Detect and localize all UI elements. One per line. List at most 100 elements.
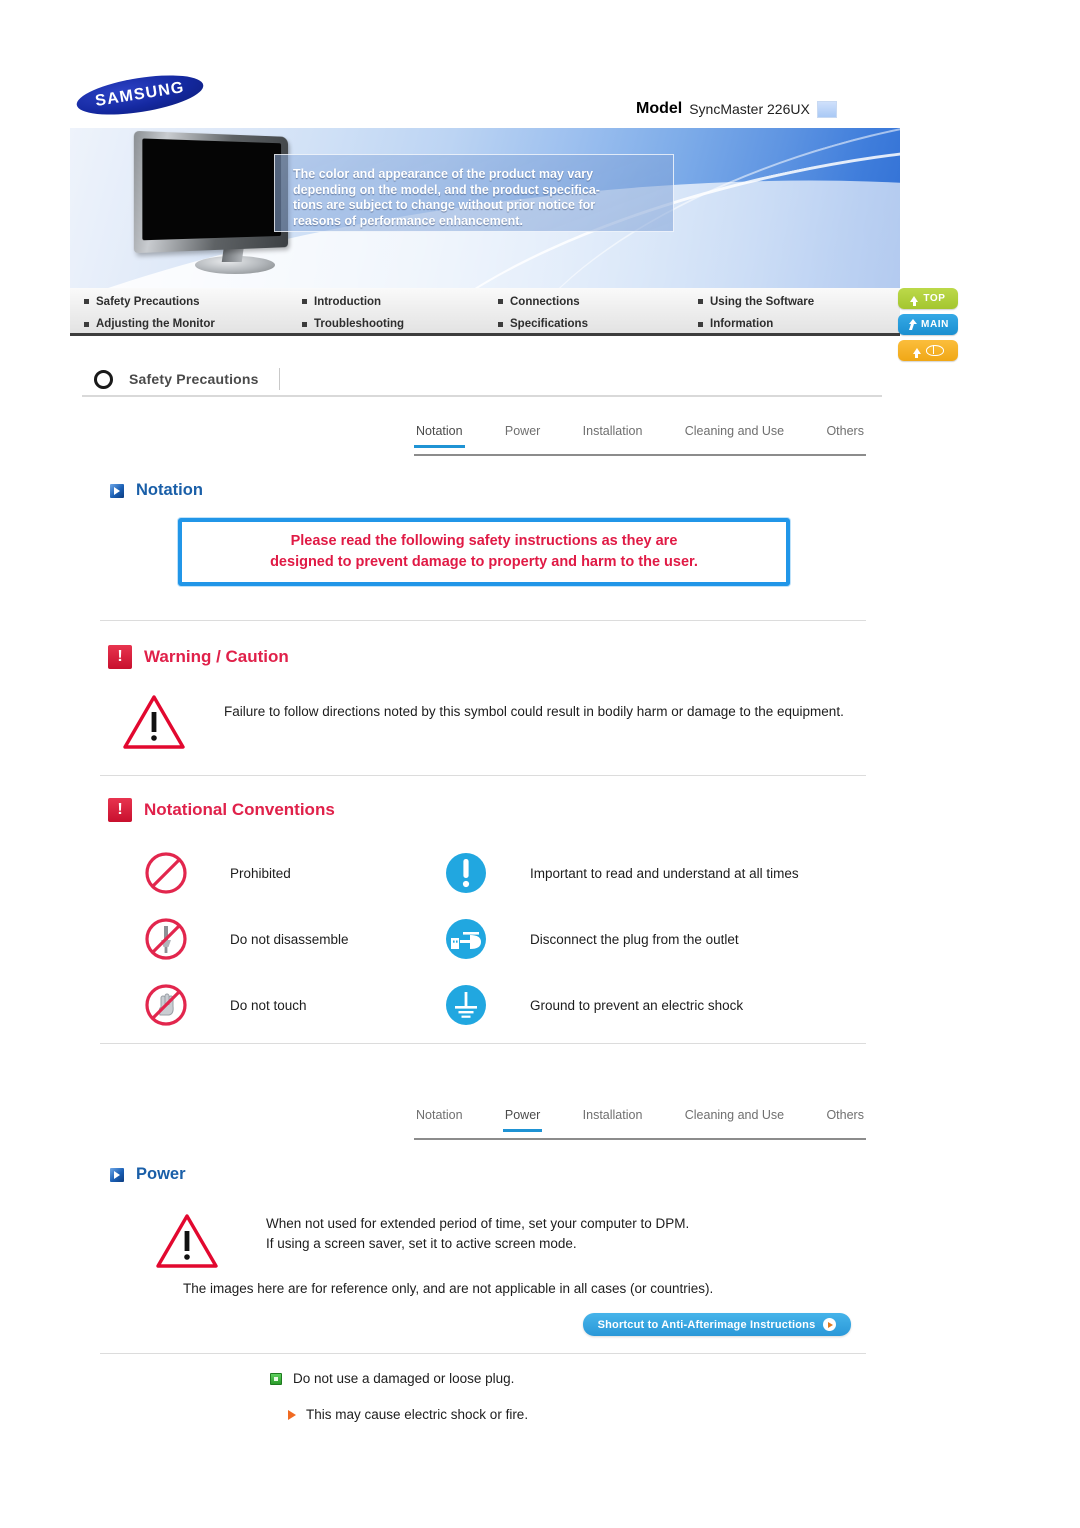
warning-triangle-icon: [122, 694, 186, 750]
top-button-label: TOP: [923, 293, 946, 304]
arrow-up-icon: [910, 295, 919, 306]
convention-label: Prohibited: [230, 865, 291, 881]
power-sub-bullet-label: This may cause electric shock or fire.: [306, 1407, 529, 1422]
nav-item-safety-precautions[interactable]: Safety Precautions: [84, 290, 302, 313]
nav-item-troubleshooting[interactable]: Troubleshooting: [302, 313, 498, 335]
nav-item-adjusting-the-monitor[interactable]: Adjusting the Monitor: [84, 313, 302, 335]
logo-text: SAMSUNG: [94, 79, 186, 110]
main-button-label: MAIN: [921, 319, 949, 330]
nav-label: Troubleshooting: [314, 318, 405, 330]
divider: [100, 1353, 866, 1354]
nav-label: Specifications: [510, 318, 588, 330]
blue-play-square-icon: [110, 1167, 124, 1182]
warning-triangle-icon: [155, 1213, 219, 1269]
monitor-bezel: [133, 130, 289, 254]
square-bullet-icon: [498, 299, 503, 304]
tab-power[interactable]: Power: [503, 418, 542, 445]
tab-cleaning-and-use[interactable]: Cleaning and Use: [683, 1102, 786, 1129]
top-button[interactable]: TOP: [898, 288, 958, 309]
nav-item-introduction[interactable]: Introduction: [302, 290, 498, 313]
convention-item: Prohibited: [140, 847, 440, 899]
power-warning-text: When not used for extended period of tim…: [266, 1214, 866, 1254]
tab-others[interactable]: Others: [824, 1102, 866, 1129]
nav-item-specifications[interactable]: Specifications: [498, 313, 698, 335]
blue-play-square-icon: [110, 483, 124, 498]
conventions-row: Do not touch Ground to prevent an electr…: [140, 972, 880, 1038]
convention-label: Do not touch: [230, 997, 307, 1013]
power-warning-line-2: If using a screen saver, set it to activ…: [266, 1236, 577, 1251]
model-color-swatch: [816, 100, 837, 118]
shortcut-label: Shortcut to Anti-Afterimage Instructions: [597, 1318, 816, 1331]
notational-conventions-heading: ! Notational Conventions: [108, 798, 335, 822]
warning-text: Failure to follow directions noted by th…: [224, 704, 844, 719]
tab-installation[interactable]: Installation: [581, 1102, 645, 1129]
convention-label: Ground to prevent an electric shock: [530, 997, 744, 1013]
nav-label: Using the Software: [710, 295, 815, 308]
power-warning-line-1: When not used for extended period of tim…: [266, 1216, 690, 1231]
book-icon: [925, 345, 944, 356]
convention-label: Important to read and understand at all …: [530, 865, 799, 881]
prohibited-icon: [140, 847, 192, 899]
square-bullet-icon: [302, 321, 307, 327]
product-banner: The color and appearance of the product …: [70, 128, 900, 288]
square-bullet-icon: [302, 299, 307, 304]
nav-label: Safety Precautions: [96, 295, 200, 308]
conventions-row: Do not disassemble Disconnect the plug f…: [140, 906, 880, 972]
do-not-disassemble-icon: [140, 913, 192, 965]
power-bullet-label: Do not use a damaged or loose plug.: [293, 1371, 515, 1386]
nav-label: Information: [710, 318, 774, 330]
tab-notation[interactable]: Notation: [414, 1102, 465, 1129]
important-exclamation-icon: [440, 847, 492, 899]
power-bullet-item: Do not use a damaged or loose plug.: [270, 1371, 514, 1386]
convention-item: Disconnect the plug from the outlet: [440, 913, 860, 965]
warning-caution-heading: ! Warning / Caution: [108, 645, 289, 669]
notation-heading-label: Notation: [136, 481, 203, 499]
divider: [100, 620, 866, 621]
exclamation-square-icon: !: [108, 645, 132, 669]
logo-ellipse: SAMSUNG: [74, 68, 206, 122]
do-not-touch-icon: [140, 979, 192, 1031]
play-icon: [823, 1318, 837, 1331]
convention-item: Do not disassemble: [140, 913, 440, 965]
convention-item: Important to read and understand at all …: [440, 847, 860, 899]
tab-bar-power: Notation Power Installation Cleaning and…: [414, 1102, 866, 1140]
tab-others[interactable]: Others: [824, 418, 866, 445]
divider: [100, 1043, 866, 1044]
warning-caution-label: Warning / Caution: [144, 647, 289, 666]
convention-label: Disconnect the plug from the outlet: [530, 931, 739, 947]
section-title: Safety Precautions: [129, 371, 259, 387]
power-reference-note: The images here are for reference only, …: [183, 1281, 714, 1296]
tab-cleaning-and-use[interactable]: Cleaning and Use: [683, 418, 786, 445]
back-to-index-button[interactable]: [898, 340, 958, 361]
notice-line-1: Please read the following safety instruc…: [290, 533, 678, 549]
nav-item-information[interactable]: Information: [698, 313, 914, 335]
tab-notation[interactable]: Notation: [414, 418, 465, 448]
tab-power[interactable]: Power: [502, 1102, 543, 1132]
conventions-row: Prohibited Important to read and underst…: [140, 840, 880, 906]
green-square-bullet-icon: [270, 1372, 282, 1385]
model-value: SyncMaster 226UX: [689, 101, 810, 117]
notational-conventions-label: Notational Conventions: [144, 800, 335, 819]
model-line: Model SyncMaster 226UX: [636, 100, 837, 118]
side-button-group: TOP MAIN: [898, 288, 962, 366]
main-button[interactable]: MAIN: [898, 314, 958, 335]
divider: [278, 368, 280, 390]
power-heading: Power: [110, 1165, 186, 1184]
power-sub-bullet-item: This may cause electric shock or fire.: [288, 1407, 528, 1422]
model-label: Model: [636, 100, 683, 117]
page-root: SAMSUNG Model SyncMaster 226UX The color…: [0, 0, 1080, 1528]
banner-note-line-3: tions are subject to change without prio…: [293, 198, 596, 212]
notice-line-2: designed to prevent damage to property a…: [270, 554, 698, 570]
nav-item-using-the-software[interactable]: Using the Software: [698, 290, 914, 313]
nav-item-connections[interactable]: Connections: [498, 290, 698, 313]
power-heading-label: Power: [136, 1165, 186, 1183]
square-bullet-icon: [698, 321, 703, 327]
exclamation-square-icon: !: [108, 798, 132, 822]
monitor-screen: [142, 138, 282, 241]
tab-installation[interactable]: Installation: [581, 418, 645, 445]
banner-note-line-1: The color and appearance of the product …: [293, 167, 594, 181]
samsung-logo: SAMSUNG: [74, 68, 206, 122]
ring-icon: [94, 369, 113, 389]
shortcut-anti-afterimage-button[interactable]: Shortcut to Anti-Afterimage Instructions: [583, 1313, 851, 1336]
conventions-grid: Prohibited Important to read and underst…: [140, 840, 880, 1038]
